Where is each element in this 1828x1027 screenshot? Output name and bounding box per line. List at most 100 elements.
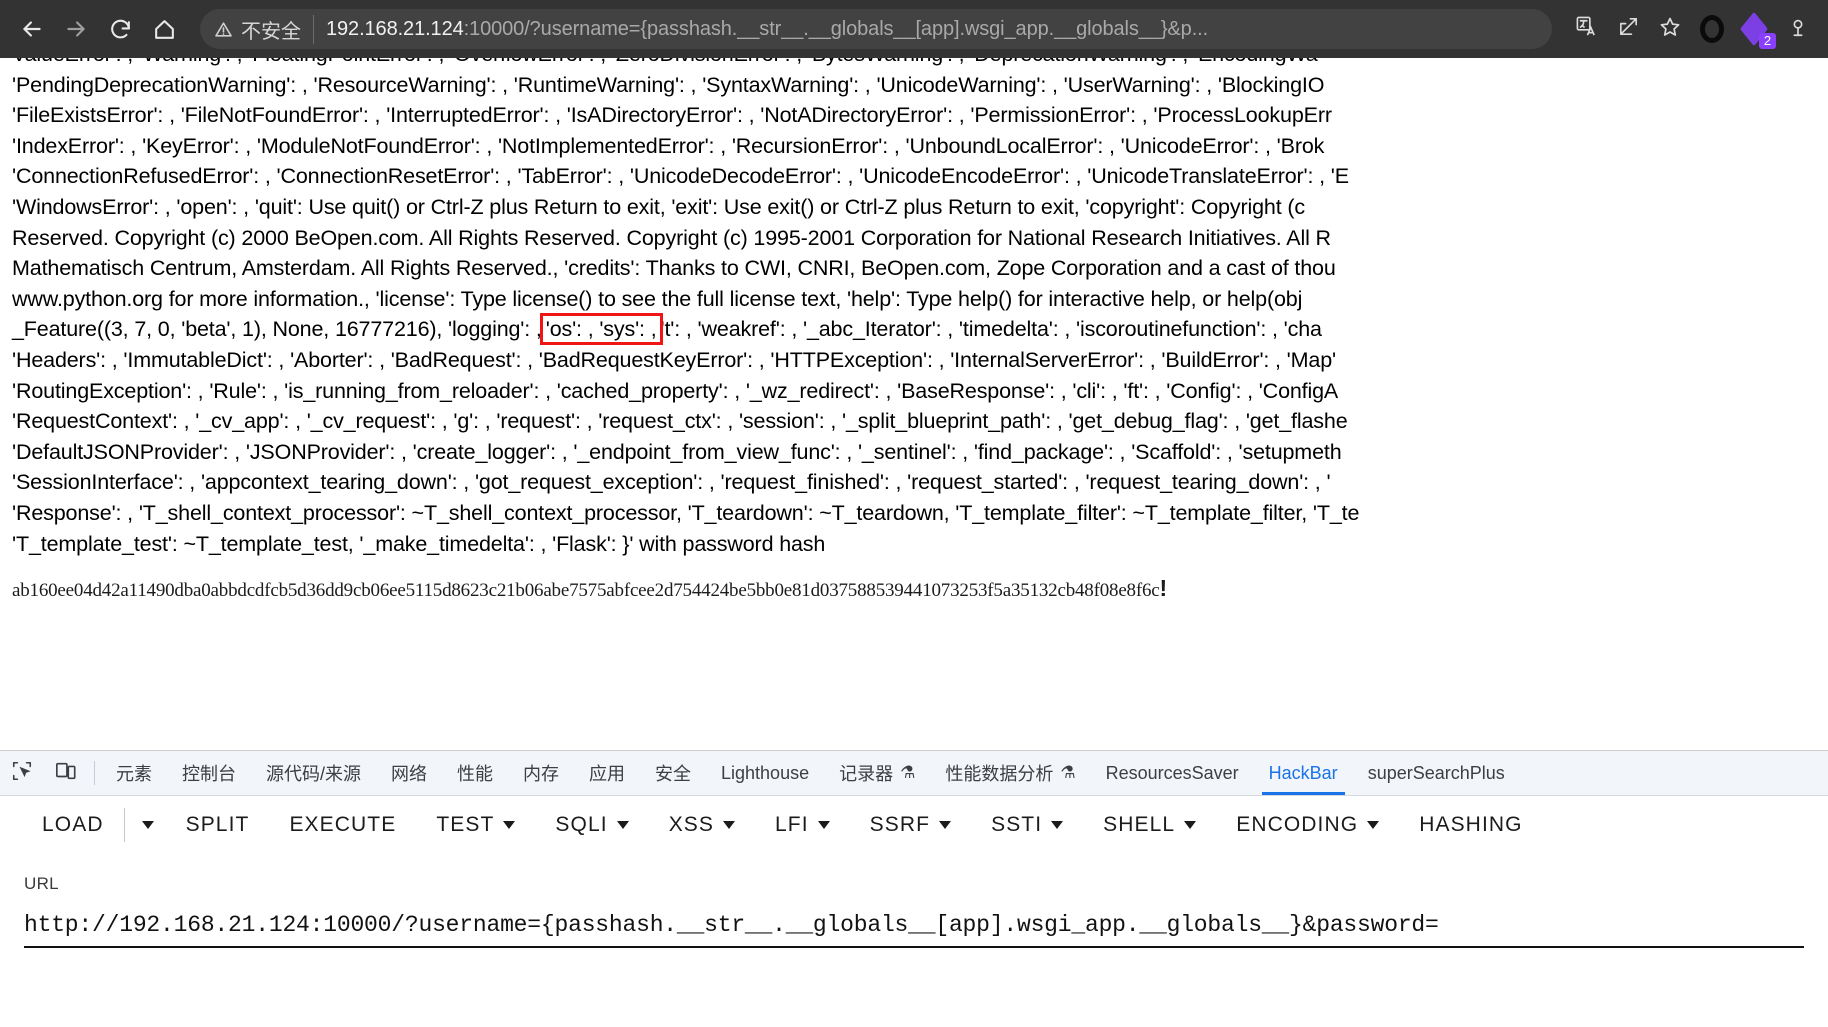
tab-network[interactable]: 网络: [376, 751, 442, 795]
tab-elements[interactable]: 元素: [101, 751, 167, 795]
flask-globals-dump: ValueError': , 'Warning': , 'FloatingPoi…: [0, 58, 1828, 559]
tab-sources[interactable]: 源代码/来源: [251, 751, 376, 795]
tab-resources-saver[interactable]: ResourcesSaver: [1091, 751, 1254, 795]
feature-line-prefix: _Feature((3, 7, 0, 'beta', 1), None, 167…: [12, 317, 542, 342]
chevron-down-icon: [1051, 821, 1064, 829]
tab-performance[interactable]: 性能: [442, 751, 508, 795]
profile-button[interactable]: [1692, 9, 1732, 49]
password-hash-suffix: !: [1159, 575, 1168, 602]
tab-label: 安全: [655, 764, 692, 784]
tab-lighthouse[interactable]: Lighthouse: [706, 751, 824, 795]
extensions-button[interactable]: 2: [1732, 7, 1776, 51]
button-label: XSS: [668, 813, 715, 836]
hackbar-xss-menu[interactable]: XSS: [649, 813, 755, 837]
button-label: TEST: [436, 813, 495, 836]
tab-super-search-plus[interactable]: superSearchPlus: [1353, 751, 1520, 795]
toolbar-divider: [94, 761, 95, 785]
dump-line: 'Response': , 'T_shell_context_processor…: [12, 500, 1360, 525]
arrow-right-icon: [63, 16, 89, 42]
dump-line: 'PendingDeprecationWarning': , 'Resource…: [12, 72, 1325, 97]
chevron-down-icon: [817, 821, 830, 829]
home-icon: [152, 17, 177, 42]
hackbar-toolbar: LOAD SPLIT EXECUTE TEST SQLI XSS LFI SSR…: [0, 796, 1828, 854]
dump-line: www.python.org for more information., 'l…: [12, 286, 1303, 311]
reload-button[interactable]: [98, 7, 142, 51]
tab-hackbar[interactable]: HackBar: [1254, 751, 1353, 795]
dump-line-highlighted: _Feature((3, 7, 0, 'beta', 1), None, 167…: [12, 313, 1828, 346]
hackbar-shell-menu[interactable]: SHELL: [1083, 813, 1216, 837]
home-button[interactable]: [142, 7, 186, 51]
button-label: SQLI: [555, 813, 608, 836]
hackbar-execute-button[interactable]: EXECUTE: [269, 813, 416, 837]
tab-performance-insights[interactable]: 性能数据分析 ⚗: [930, 751, 1090, 795]
inspect-element-icon: [11, 760, 33, 787]
button-label: EXECUTE: [289, 813, 397, 836]
dump-line: 'DefaultJSONProvider': , 'JSONProvider':…: [12, 439, 1342, 464]
chevron-down-icon: [616, 821, 629, 829]
tab-recorder[interactable]: 记录器 ⚗: [824, 751, 930, 795]
tab-label: 性能数据分析: [945, 764, 1054, 784]
hackbar-split-button[interactable]: SPLIT: [166, 813, 270, 837]
tab-label: 源代码/来源: [266, 764, 362, 784]
devtools-panel: 元素 控制台 源代码/来源 网络 性能 内存 应用 安全 Lighthouse …: [0, 750, 1828, 1027]
share-button[interactable]: [1608, 9, 1648, 49]
tab-label: 应用: [589, 764, 626, 784]
url-host: 192.168.21.124: [326, 17, 464, 40]
url-field-label: URL: [24, 874, 59, 893]
chevron-down-icon: [503, 821, 516, 829]
hackbar-ssrf-menu[interactable]: SSRF: [850, 813, 971, 837]
password-hash-line: ab160ee04d42a11490dba0abbdcdfcb5d36dd9cb…: [0, 575, 1828, 602]
hackbar-lfi-menu[interactable]: LFI: [755, 813, 850, 837]
security-status-label: 不安全: [241, 14, 314, 44]
tab-label: 记录器: [839, 764, 894, 784]
devtools-tabbar: 元素 控制台 源代码/来源 网络 性能 内存 应用 安全 Lighthouse …: [0, 751, 1828, 796]
button-label: SSRF: [869, 813, 931, 836]
button-label: SHELL: [1103, 813, 1176, 836]
hackbar-test-menu[interactable]: TEST: [416, 813, 535, 837]
tab-application[interactable]: 应用: [574, 751, 640, 795]
hackbar-sqli-menu[interactable]: SQLI: [535, 813, 648, 837]
chevron-down-icon: [939, 821, 952, 829]
tab-label: Lighthouse: [721, 762, 810, 783]
share-icon: [1617, 15, 1640, 43]
tab-label: ResourcesSaver: [1105, 762, 1239, 783]
dump-line: 'SessionInterface': , 'appcontext_tearin…: [12, 470, 1331, 495]
url-input[interactable]: [24, 904, 1804, 948]
hackbar-load-button[interactable]: LOAD: [22, 813, 124, 837]
dump-line: Mathematisch Centrum, Amsterdam. All Rig…: [12, 256, 1336, 281]
dump-line: 'T_template_test': ~T_template_test, '_m…: [12, 531, 826, 556]
browser-toolbar: 不安全 192.168.21.124:10000/?username={pass…: [0, 0, 1828, 58]
translate-icon: [1575, 15, 1598, 43]
tab-security[interactable]: 安全: [640, 751, 706, 795]
dump-line: 'FileExistsError': , 'FileNotFoundError'…: [12, 103, 1332, 128]
address-bar-url: 192.168.21.124:10000/?username={passhash…: [326, 18, 1208, 41]
translate-button[interactable]: [1566, 9, 1606, 49]
browser-menu-button[interactable]: [1778, 9, 1818, 49]
profile-ring-icon: [1700, 15, 1724, 43]
dump-line: 'RoutingException': , 'Rule': , 'is_runn…: [12, 378, 1339, 403]
hackbar-ssti-menu[interactable]: SSTI: [971, 813, 1083, 837]
hackbar-encoding-menu[interactable]: ENCODING: [1216, 813, 1399, 837]
bookmark-button[interactable]: [1650, 9, 1690, 49]
inspect-element-button[interactable]: [0, 751, 44, 795]
tab-label: 控制台: [182, 764, 236, 784]
feature-line-suffix: 't': , 'weakref': , '_abc_Iterator': , '…: [660, 317, 1322, 342]
tab-label: 性能: [457, 764, 494, 784]
tab-label: 网络: [391, 764, 428, 784]
back-button[interactable]: [10, 7, 54, 51]
hackbar-hashing-menu[interactable]: HASHING: [1399, 813, 1542, 837]
dump-line: 'ConnectionRefusedError': , 'ConnectionR…: [12, 164, 1349, 189]
hackbar-load-dropdown[interactable]: [123, 808, 166, 842]
button-label: HASHING: [1419, 813, 1523, 836]
dump-line: Reserved. Copyright (c) 2000 BeOpen.com.…: [12, 225, 1331, 250]
chevron-down-icon: [1184, 821, 1197, 829]
address-bar[interactable]: 不安全 192.168.21.124:10000/?username={pass…: [200, 9, 1552, 49]
chevron-down-icon: [1367, 821, 1380, 829]
tab-label: 元素: [116, 764, 152, 784]
star-icon: [1658, 15, 1682, 44]
tab-memory[interactable]: 内存: [508, 751, 574, 795]
tab-console[interactable]: 控制台: [167, 751, 251, 795]
beaker-icon: ⚗: [1060, 763, 1076, 782]
device-toolbar-button[interactable]: [44, 751, 88, 795]
forward-button[interactable]: [54, 7, 98, 51]
